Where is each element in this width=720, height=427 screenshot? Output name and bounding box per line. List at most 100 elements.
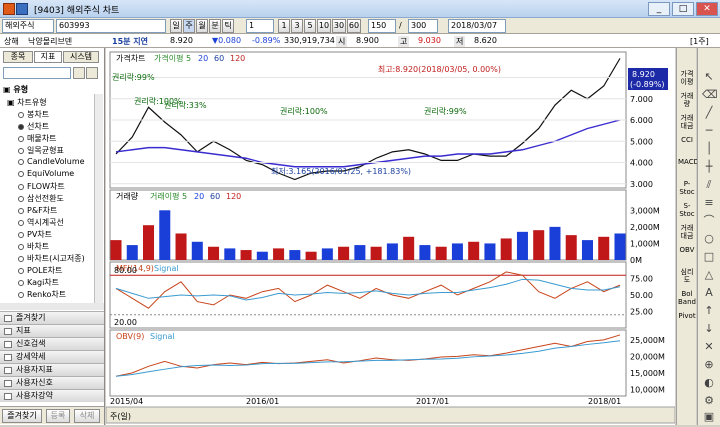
section-2[interactable]: 신호검색 <box>0 337 104 350</box>
volume-axis-label: 0M <box>630 256 642 265</box>
chart-type-item[interactable]: Kagi차트 <box>18 277 59 288</box>
delete-button[interactable]: 삭제 <box>74 409 100 423</box>
volume-legend-item: 거래량 <box>116 191 139 201</box>
cursor-icon[interactable]: ↖ <box>702 70 716 84</box>
radio-icon <box>18 243 24 250</box>
save-icon[interactable]: ▣ <box>702 410 716 424</box>
help-icon[interactable] <box>16 3 28 15</box>
chart-type-item[interactable]: CandleVolume <box>18 157 85 166</box>
vertical-line-icon[interactable]: │ <box>702 142 716 156</box>
rectangle-icon[interactable]: □ <box>702 250 716 264</box>
tree-chart-type[interactable]: ▣ 차트유형 <box>7 97 47 108</box>
indicator-button[interactable]: Pivot <box>678 312 696 320</box>
chart-area[interactable]: 8.0007.0006.0005.0004.0003.0008.920(-0.8… <box>105 48 676 425</box>
horizontal-line-icon[interactable]: ─ <box>702 124 716 138</box>
x-axis-label: 2018/01 <box>588 397 621 406</box>
indicator-button[interactable]: 거래대금 <box>678 224 696 240</box>
indicator-button[interactable]: OBV <box>678 246 696 254</box>
period-select[interactable]: 1 <box>246 19 274 33</box>
eraser-icon[interactable]: ⌫ <box>702 88 718 102</box>
chart-type-item[interactable]: 봉차트 <box>18 109 49 120</box>
indicator-button[interactable]: 심리도 <box>678 268 696 284</box>
chart-type-item[interactable]: P&F차트 <box>18 205 57 216</box>
volume-bar <box>565 235 577 260</box>
chart-type-item[interactable]: 바차트 <box>18 241 49 252</box>
tree-header-type[interactable]: ▣ 유형 <box>3 84 28 95</box>
section-6[interactable]: 사용자강약 <box>0 389 104 402</box>
week-button[interactable]: 주 <box>183 19 195 33</box>
section-1[interactable]: 지표 <box>0 324 104 337</box>
palette-icon[interactable]: ◐ <box>702 376 716 390</box>
section-4[interactable]: 사용자지표 <box>0 363 104 376</box>
chart-svg[interactable]: 8.0007.0006.0005.0004.0003.0008.920(-0.8… <box>105 48 676 425</box>
indicator-button[interactable]: 거래대금 <box>678 114 696 130</box>
chart-type-item[interactable]: 바차트(시고저종) <box>18 253 85 264</box>
month-button[interactable]: 월 <box>196 19 208 33</box>
period-60-button[interactable]: 60 <box>347 19 361 33</box>
indicator-search-input[interactable] <box>3 67 71 79</box>
circle-icon[interactable]: ○ <box>702 232 716 246</box>
cross-line-icon[interactable]: ┼ <box>702 160 716 174</box>
fibonacci-icon[interactable]: ≡ <box>702 196 716 210</box>
market-select[interactable]: 해외주식 <box>2 19 54 33</box>
period-10-button[interactable]: 10 <box>317 19 331 33</box>
section-5[interactable]: 사용자신호 <box>0 376 104 389</box>
maximize-button[interactable]: □ <box>672 2 694 16</box>
zoom-icon[interactable]: ⊕ <box>702 358 716 372</box>
chart-type-item[interactable]: EquiVolume <box>18 169 74 178</box>
indicator-button[interactable]: CCI <box>678 136 696 144</box>
radio-icon <box>18 111 24 118</box>
triangle-icon[interactable]: △ <box>702 268 716 282</box>
minute-button[interactable]: 분 <box>209 19 221 33</box>
text-icon[interactable]: A <box>702 286 716 300</box>
day-button[interactable]: 일 <box>170 19 182 33</box>
register-button[interactable]: 등록 <box>46 409 70 423</box>
trendline-icon[interactable]: ╱ <box>702 106 716 120</box>
tab-stock[interactable]: 종목 <box>3 51 33 63</box>
close-button[interactable]: ✕ <box>696 2 718 16</box>
horizontal-scrollbar[interactable] <box>0 303 104 310</box>
indicator-button[interactable]: 가격이평 <box>678 70 696 86</box>
arrow-down-icon[interactable]: ↓ <box>702 322 716 336</box>
gann-icon[interactable]: ✕ <box>702 340 716 354</box>
indicator-button[interactable]: Bol Band <box>678 290 696 306</box>
channel-icon[interactable]: ⫽ <box>702 178 716 192</box>
tick-button[interactable]: 틱 <box>222 19 234 33</box>
indicator-button[interactable]: P-Stoc <box>678 180 696 196</box>
arc-icon[interactable]: ⌒ <box>702 214 716 228</box>
section-0[interactable]: 즐겨찾기 <box>0 311 104 324</box>
chart-type-item[interactable]: POLE차트 <box>18 265 62 276</box>
section-3[interactable]: 강세약세 <box>0 350 104 363</box>
arrow-up-icon[interactable]: ↑ <box>702 304 716 318</box>
count-input[interactable]: 150 <box>368 19 396 33</box>
tree-scrollbar[interactable] <box>94 94 103 304</box>
chart-type-item[interactable]: Renko차트 <box>18 289 66 300</box>
indicator-button[interactable]: MACD <box>678 158 699 166</box>
favorites-button[interactable]: 즐겨찾기 <box>2 409 42 423</box>
period-5-button[interactable]: 5 <box>304 19 316 33</box>
volume-bar <box>191 241 203 260</box>
chart-type-item[interactable]: 선차트 <box>18 121 49 132</box>
tab-system[interactable]: 시스템 <box>63 51 99 63</box>
date-input[interactable]: 2018/03/07 <box>448 19 506 33</box>
tab-indicator[interactable]: 지표 <box>34 51 62 63</box>
code-input[interactable]: 603993 <box>56 19 166 33</box>
period-1-button[interactable]: 1 <box>278 19 290 33</box>
period-3-button[interactable]: 3 <box>291 19 303 33</box>
indicator-button[interactable]: 거래량 <box>678 92 696 108</box>
volume-bar <box>419 245 431 260</box>
period-30-button[interactable]: 30 <box>332 19 346 33</box>
total-input[interactable]: 300 <box>408 19 438 33</box>
search-icon[interactable] <box>73 67 85 79</box>
minimize-button[interactable]: _ <box>648 2 670 16</box>
chart-type-item[interactable]: 삼선전환도 <box>18 193 64 204</box>
list-icon[interactable] <box>86 67 98 79</box>
chart-type-item[interactable]: PV차트 <box>18 229 52 240</box>
settings-icon[interactable]: ⚙ <box>702 394 716 408</box>
chart-type-item[interactable]: FLOW차트 <box>18 181 65 192</box>
chart-type-item[interactable]: 일목균형표 <box>18 145 64 156</box>
price-axis-label: 5.000 <box>630 137 653 146</box>
chart-type-item[interactable]: 매물차트 <box>18 133 56 144</box>
chart-type-item[interactable]: 역시계곡선 <box>18 217 64 228</box>
indicator-button[interactable]: S-Stoc <box>678 202 696 218</box>
